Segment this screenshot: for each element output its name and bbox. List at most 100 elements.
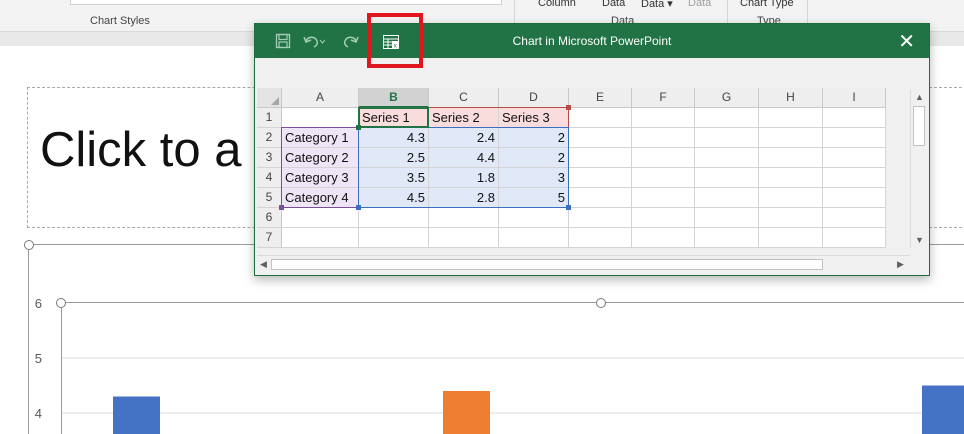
cell-d3[interactable]: 2 — [499, 148, 569, 168]
vertical-scrollbar[interactable]: ▲ ▼ — [910, 90, 928, 248]
cell-f1[interactable] — [632, 108, 695, 128]
horizontal-scroll-thumb[interactable] — [271, 259, 823, 270]
cell-i6[interactable] — [823, 208, 886, 228]
cell-g4[interactable] — [695, 168, 759, 188]
row-header-6[interactable]: 6 — [257, 208, 282, 228]
cell-g3[interactable] — [695, 148, 759, 168]
row-header-2[interactable]: 2 — [257, 128, 282, 148]
bar-category-1-series-1[interactable] — [113, 396, 160, 434]
cell-h5[interactable] — [759, 188, 823, 208]
cell-f5[interactable] — [632, 188, 695, 208]
annotation-highlight-box — [367, 13, 423, 68]
cell-b7[interactable] — [359, 228, 429, 248]
range-handle[interactable] — [356, 205, 361, 210]
range-handle[interactable] — [566, 105, 571, 110]
row-header-4[interactable]: 4 — [257, 168, 282, 188]
window-title-bar[interactable]: x Chart in Microsoft PowerPoint ✕ — [255, 24, 929, 58]
range-handle[interactable] — [566, 205, 571, 210]
cell-e6[interactable] — [569, 208, 632, 228]
cell-e7[interactable] — [569, 228, 632, 248]
cell-f3[interactable] — [632, 148, 695, 168]
row-header-3[interactable]: 3 — [257, 148, 282, 168]
column-header-d[interactable]: D — [499, 88, 569, 108]
select-all-corner[interactable] — [257, 88, 282, 108]
cell-f6[interactable] — [632, 208, 695, 228]
cell-h4[interactable] — [759, 168, 823, 188]
cell-g5[interactable] — [695, 188, 759, 208]
cell-d7[interactable] — [499, 228, 569, 248]
scroll-right-icon[interactable]: ▶ — [897, 259, 904, 270]
cell-h6[interactable] — [759, 208, 823, 228]
cell-a6[interactable] — [282, 208, 359, 228]
cell-d5[interactable]: 5 — [499, 188, 569, 208]
vertical-scroll-thumb[interactable] — [913, 106, 925, 146]
cell-g7[interactable] — [695, 228, 759, 248]
cell-a7[interactable] — [282, 228, 359, 248]
cell-e4[interactable] — [569, 168, 632, 188]
bar-category-2-series-2[interactable] — [443, 391, 490, 434]
cell-c1[interactable]: Series 2 — [429, 108, 499, 128]
cell-g6[interactable] — [695, 208, 759, 228]
cell-c2[interactable]: 2.4 — [429, 128, 499, 148]
cell-a2[interactable]: Category 1 — [282, 128, 359, 148]
cell-e1[interactable] — [569, 108, 632, 128]
cell-h7[interactable] — [759, 228, 823, 248]
cell-i3[interactable] — [823, 148, 886, 168]
horizontal-scrollbar[interactable]: ◀ ▶ — [257, 255, 910, 273]
cell-g1[interactable] — [695, 108, 759, 128]
sheet-row: 4 Category 3 3.5 1.8 3 — [257, 168, 886, 188]
cell-i4[interactable] — [823, 168, 886, 188]
cell-i7[interactable] — [823, 228, 886, 248]
column-header-b[interactable]: B — [359, 88, 429, 108]
column-header-i[interactable]: I — [823, 88, 886, 108]
cell-a4[interactable]: Category 3 — [282, 168, 359, 188]
cell-f7[interactable] — [632, 228, 695, 248]
cell-c5[interactable]: 2.8 — [429, 188, 499, 208]
cell-e2[interactable] — [569, 128, 632, 148]
scroll-down-icon[interactable]: ▼ — [915, 235, 924, 245]
cell-b5[interactable]: 4.5 — [359, 188, 429, 208]
sheet-row: 3 Category 2 2.5 4.4 2 — [257, 148, 886, 168]
cell-c3[interactable]: 4.4 — [429, 148, 499, 168]
row-header-1[interactable]: 1 — [257, 108, 282, 128]
cell-e3[interactable] — [569, 148, 632, 168]
cell-d6[interactable] — [499, 208, 569, 228]
cell-h1[interactable] — [759, 108, 823, 128]
column-header-a[interactable]: A — [282, 88, 359, 108]
cell-a5[interactable]: Category 4 — [282, 188, 359, 208]
column-header-h[interactable]: H — [759, 88, 823, 108]
column-header-g[interactable]: G — [695, 88, 759, 108]
cell-f2[interactable] — [632, 128, 695, 148]
scroll-left-icon[interactable]: ◀ — [260, 259, 267, 270]
range-handle[interactable] — [279, 205, 284, 210]
cell-g2[interactable] — [695, 128, 759, 148]
cell-h2[interactable] — [759, 128, 823, 148]
cell-h3[interactable] — [759, 148, 823, 168]
cell-b3[interactable]: 2.5 — [359, 148, 429, 168]
cell-d1[interactable]: Series 3 — [499, 108, 569, 128]
cell-a3[interactable]: Category 2 — [282, 148, 359, 168]
bar-category-4-series-1[interactable] — [922, 385, 964, 434]
cell-f4[interactable] — [632, 168, 695, 188]
column-header-e[interactable]: E — [569, 88, 632, 108]
cell-c7[interactable] — [429, 228, 499, 248]
column-header-f[interactable]: F — [632, 88, 695, 108]
scroll-up-icon[interactable]: ▲ — [915, 92, 924, 102]
row-header-7[interactable]: 7 — [257, 228, 282, 248]
cell-c6[interactable] — [429, 208, 499, 228]
cell-b2[interactable]: 4.3 — [359, 128, 429, 148]
cell-c4[interactable]: 1.8 — [429, 168, 499, 188]
cell-d4[interactable]: 3 — [499, 168, 569, 188]
cell-b1[interactable]: Series 1 — [359, 108, 429, 128]
cell-a1[interactable] — [282, 108, 359, 128]
column-header-c[interactable]: C — [429, 88, 499, 108]
cell-i2[interactable] — [823, 128, 886, 148]
cell-b6[interactable] — [359, 208, 429, 228]
cell-i1[interactable] — [823, 108, 886, 128]
cell-e5[interactable] — [569, 188, 632, 208]
close-icon[interactable]: ✕ — [898, 29, 915, 54]
cell-i5[interactable] — [823, 188, 886, 208]
cell-b4[interactable]: 3.5 — [359, 168, 429, 188]
range-handle[interactable] — [356, 125, 361, 130]
cell-d2[interactable]: 2 — [499, 128, 569, 148]
